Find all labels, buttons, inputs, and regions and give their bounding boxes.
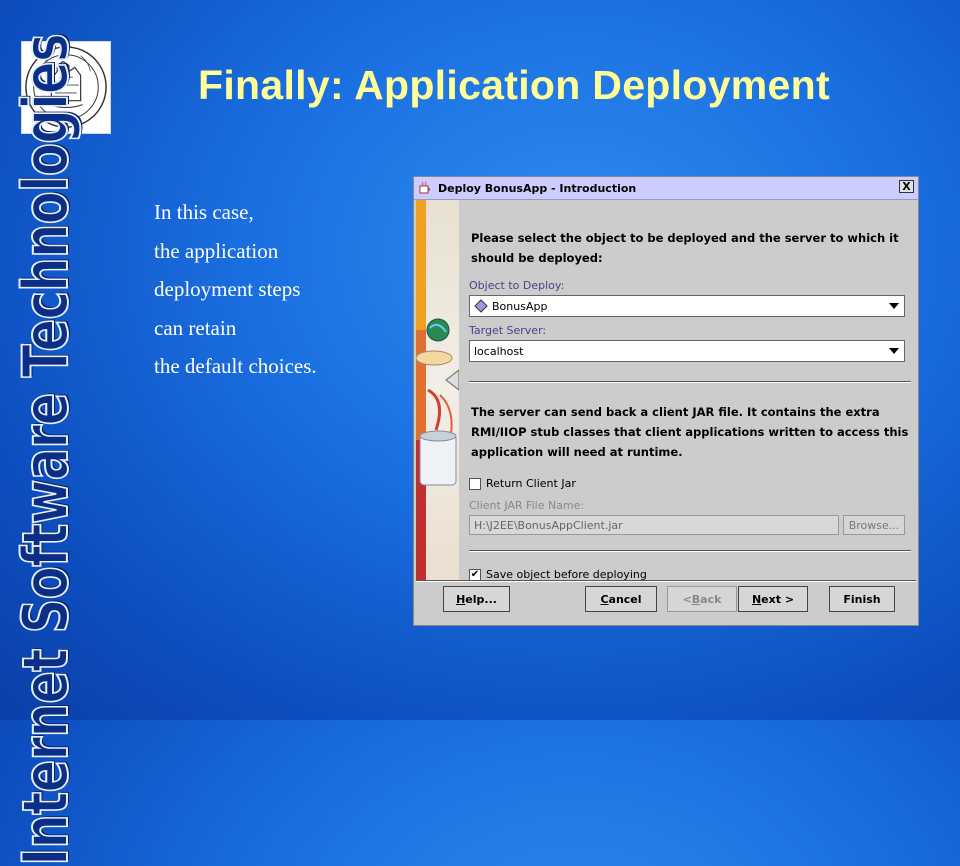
back-label-post: ack xyxy=(700,592,722,606)
dialog-title: Deploy BonusApp - Introduction xyxy=(438,181,637,195)
bullet-line: In this case, xyxy=(154,200,254,224)
jar-line: The server can send back a client JAR fi… xyxy=(471,405,880,419)
bullet-line: deployment steps xyxy=(154,277,301,301)
browse-button[interactable]: Browse... xyxy=(843,515,905,535)
slide-title: Finally: Application Deployment xyxy=(198,62,830,108)
finish-button[interactable]: Finish xyxy=(829,586,895,612)
bullet-text: In this case, the application deployment… xyxy=(154,193,394,386)
return-client-jar-checkbox[interactable]: Return Client Jar xyxy=(469,477,576,490)
chevron-down-icon xyxy=(889,303,899,309)
checkbox-box xyxy=(469,477,481,490)
object-to-deploy-label: Object to Deploy: xyxy=(469,279,565,292)
target-server-value: localhost xyxy=(474,344,524,358)
bullet-line: the application xyxy=(154,238,279,263)
help-button[interactable]: Help... xyxy=(443,586,510,612)
wizard-illustration-icon xyxy=(416,200,459,580)
dialog-titlebar[interactable]: Deploy BonusApp - Introduction X xyxy=(414,177,918,200)
coffee-cup-icon xyxy=(419,181,430,194)
object-to-deploy-select[interactable]: BonusApp xyxy=(469,295,905,317)
jar-line: RMI/IIOP stub classes that client applic… xyxy=(471,425,909,439)
help-label-post: elp... xyxy=(465,592,497,606)
return-client-jar-label: Return Client Jar xyxy=(486,477,576,490)
divider xyxy=(469,381,911,383)
back-button[interactable]: < Back xyxy=(667,586,737,612)
divider xyxy=(469,550,911,552)
jar-line: application will need at runtime. xyxy=(471,445,683,459)
help-mnemonic: H xyxy=(456,592,466,606)
side-label-text: Internet Software Technologies xyxy=(8,33,83,866)
object-to-deploy-value: BonusApp xyxy=(492,299,548,313)
intro-line: should be deployed: xyxy=(471,251,603,265)
wizard-side-art xyxy=(416,200,459,580)
deploy-dialog: Deploy BonusApp - Introduction X Please … xyxy=(413,176,919,626)
intro-text: Please select the object to be deployed … xyxy=(471,228,899,268)
cancel-label-post: ancel xyxy=(608,592,642,606)
target-server-label: Target Server: xyxy=(469,324,547,337)
next-button[interactable]: Next > xyxy=(738,586,808,612)
checkmark-icon: ✔ xyxy=(469,568,481,581)
close-icon: X xyxy=(902,180,911,193)
button-bar-divider xyxy=(416,580,916,582)
jar-description: The server can send back a client JAR fi… xyxy=(471,402,908,462)
cancel-mnemonic: C xyxy=(600,592,609,606)
cancel-button[interactable]: Cancel xyxy=(585,586,657,612)
chevron-down-icon xyxy=(889,348,899,354)
target-server-select[interactable]: localhost xyxy=(469,340,905,362)
close-button[interactable]: X xyxy=(899,180,914,193)
client-jar-name-label: Client JAR File Name: xyxy=(469,499,585,512)
intro-line: Please select the object to be deployed … xyxy=(471,231,899,245)
bullet-line: can retain xyxy=(154,315,237,340)
back-mnemonic: B xyxy=(691,592,701,606)
back-label-pre: < xyxy=(682,592,692,606)
vertical-side-label: Internet Software Technologies xyxy=(5,33,85,866)
next-mnemonic: N xyxy=(751,592,762,606)
next-label-post: ext > xyxy=(761,592,795,606)
client-jar-name-field[interactable]: H:\J2EE\BonusAppClient.jar xyxy=(469,515,839,535)
bullet-line: the default choices. xyxy=(154,354,317,378)
app-diamond-icon xyxy=(474,299,488,313)
